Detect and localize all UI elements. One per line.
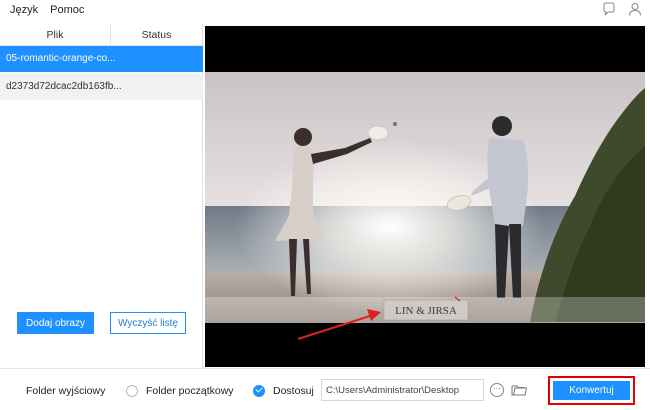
output-folder-label: Folder wyjściowy — [26, 385, 106, 397]
file-list-header: Plik Status — [0, 24, 202, 46]
output-settings-bar: Folder wyjściowy Folder początkowy Dosto… — [0, 368, 650, 410]
custom-folder-label[interactable]: Dostosuj — [273, 385, 314, 397]
radio-original-folder[interactable] — [126, 385, 138, 397]
output-path-input[interactable] — [321, 379, 484, 401]
clear-list-button[interactable]: Wyczyść listę — [110, 312, 186, 334]
column-header-status[interactable]: Status — [111, 24, 202, 46]
file-list-panel: Plik Status 05-romantic-orange-co... d23… — [0, 24, 203, 368]
chat-bubble-icon[interactable] — [602, 2, 616, 16]
folder-icon[interactable] — [511, 383, 528, 397]
menu-help[interactable]: Pomoc — [44, 4, 90, 16]
file-list-item[interactable]: 05-romantic-orange-co... — [0, 46, 203, 72]
user-icon[interactable] — [628, 2, 642, 16]
image-preview: LIN & JIRSA — [205, 26, 645, 367]
preview-photo: LIN & JIRSA — [205, 26, 645, 367]
menu-icons — [602, 2, 642, 16]
watermark-text: LIN & JIRSA — [395, 305, 457, 317]
menu-language[interactable]: Język — [0, 4, 44, 16]
file-list-item[interactable]: d2373d72dcac2db163fb... — [0, 74, 203, 100]
more-options-icon[interactable]: ··· — [490, 383, 504, 397]
menu-bar: Język Pomoc — [0, 0, 650, 20]
add-images-button[interactable]: Dodaj obrazy — [17, 312, 94, 334]
convert-highlight: Konwertuj — [548, 376, 635, 405]
original-folder-label[interactable]: Folder początkowy — [146, 385, 234, 397]
radio-custom-folder[interactable] — [253, 385, 265, 397]
column-header-file[interactable]: Plik — [0, 24, 111, 45]
convert-button[interactable]: Konwertuj — [553, 381, 630, 400]
